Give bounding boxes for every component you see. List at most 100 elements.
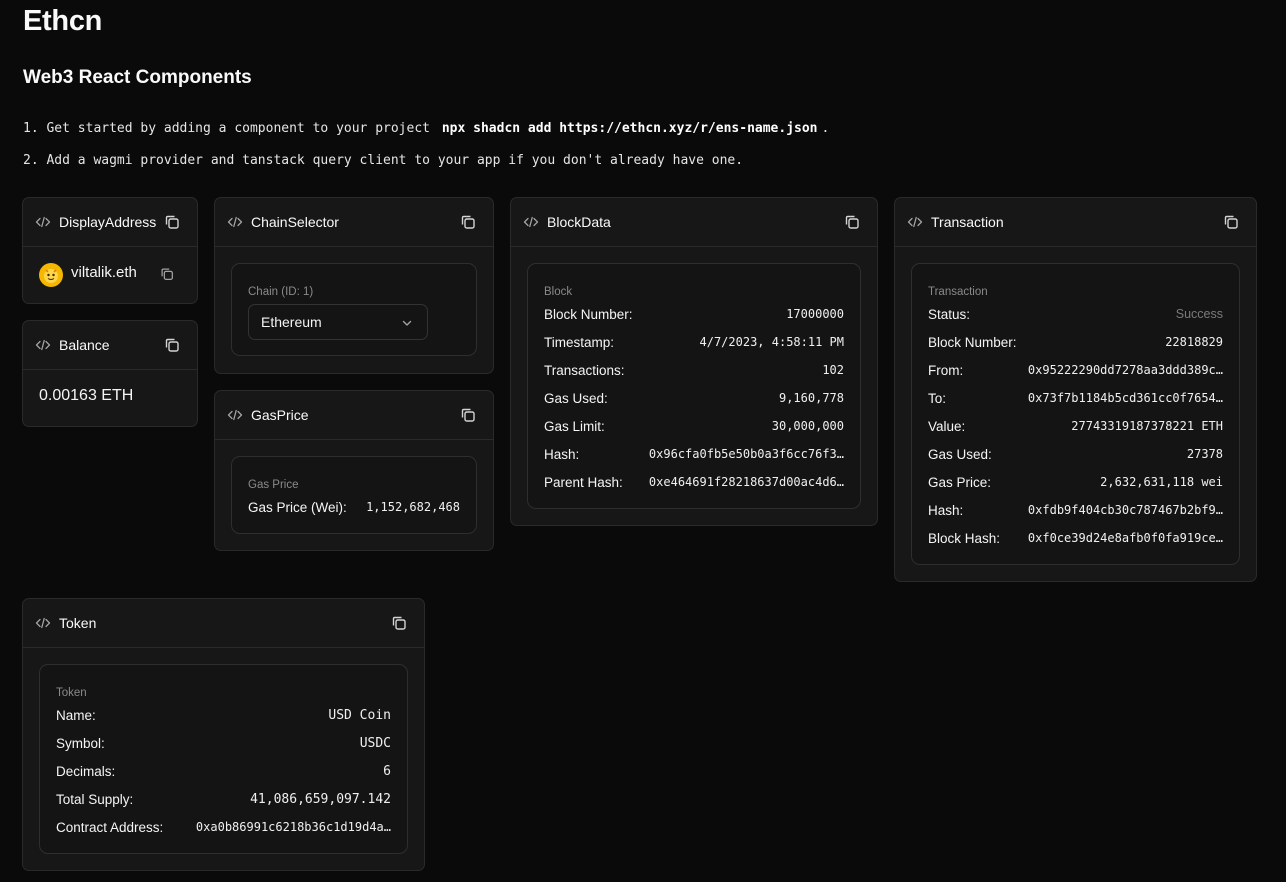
page-subtitle: Web3 React Components — [23, 67, 252, 88]
card-header: GasPrice — [215, 391, 493, 440]
row-key: To: — [928, 390, 947, 406]
block-row: Hash: 0x96cfa0fb5e50b0a3f6cc76f3… — [544, 444, 844, 464]
chain-select-value: Ethereum — [261, 314, 322, 330]
row-value: 6 — [383, 763, 391, 779]
row-value: USDC — [359, 735, 391, 751]
block-row: Transactions: 102 — [544, 360, 844, 380]
row-key: Name: — [56, 707, 96, 723]
block-row: Timestamp: 4/7/2023, 4:58:11 PM — [544, 332, 844, 352]
row-value: USD Coin — [328, 707, 391, 723]
row-key: Status: — [928, 306, 971, 322]
row-value: 2,632,631,118 wei — [1100, 475, 1223, 489]
gas-price-card: GasPrice Gas Price Gas Price (Wei): 1,15… — [214, 390, 494, 551]
row-value: 30,000,000 — [771, 419, 844, 433]
block-row: Gas Limit: 30,000,000 — [544, 416, 844, 436]
gas-price-row: Gas Price (Wei): 1,152,682,468 — [248, 497, 460, 517]
row-key: Symbol: — [56, 735, 105, 751]
block-panel: Block Block Number: 17000000 Timestamp: 4/… — [527, 263, 861, 509]
copy-code-button[interactable] — [163, 213, 181, 231]
row-key: Contract Address: — [56, 819, 164, 835]
token-panel: Token Name: USD Coin Symbol: USDC Decimals… — [39, 664, 408, 854]
row-value: 0xa0b86991c6218b36c1d19d4a… — [195, 820, 391, 834]
row-value: 22818829 — [1165, 335, 1223, 349]
code-icon — [35, 337, 51, 353]
chain-selector-panel: Chain (ID: 1) Ethereum — [231, 263, 477, 356]
card-title: Transaction — [931, 214, 1004, 230]
token-card: Token Token Name: USD Coin Symbol: USDC De… — [22, 598, 425, 871]
step-1-text: 1. Get started by adding a component to … — [23, 121, 430, 136]
ens-name: viltalik.eth — [71, 264, 137, 281]
gas-price-panel: Gas Price Gas Price (Wei): 1,152,682,468 — [231, 456, 477, 534]
row-value: 0xfdb9f404cb30c787467b2bf9… — [1027, 503, 1223, 517]
code-icon — [907, 214, 923, 230]
transaction-panel: Transaction Status: Success Block Number:… — [911, 263, 1240, 565]
row-key: Hash: — [544, 446, 580, 462]
card-title: Token — [59, 615, 97, 631]
row-key: Value: — [928, 418, 966, 434]
row-key: Transactions: — [544, 362, 625, 378]
row-key: Gas Used: — [544, 390, 608, 406]
token-label: Token — [56, 687, 87, 699]
row-key: Block Number: — [544, 306, 633, 322]
avatar — [39, 263, 63, 287]
token-row: Symbol: USDC — [56, 733, 391, 753]
transaction-row: Block Hash: 0xf0ce39d24e8afb0f0fa919ce… — [928, 528, 1223, 548]
copy-address-button[interactable] — [159, 266, 175, 282]
transaction-card: Transaction Transaction Status: Success B… — [894, 197, 1257, 582]
block-label: Block — [544, 286, 573, 298]
code-icon — [35, 214, 51, 230]
card-header: Balance — [23, 321, 197, 370]
row-value: 0x96cfa0fb5e50b0a3f6cc76f3… — [648, 447, 844, 461]
install-command: npx shadcn add https://ethcn.xyz/r/ens-n… — [441, 121, 818, 136]
block-data-card: BlockData Block Block Number: 17000000 Ti… — [510, 197, 878, 526]
code-icon — [227, 407, 243, 423]
row-key: Block Hash: — [928, 530, 1001, 546]
copy-code-button[interactable] — [390, 614, 408, 632]
copy-code-button[interactable] — [163, 336, 181, 354]
row-value: 0x73f7b1184b5cd361cc0f7654… — [1027, 391, 1223, 405]
transaction-row: From: 0x95222290dd7278aa3ddd389c… — [928, 360, 1223, 380]
row-key: Block Number: — [928, 334, 1017, 350]
row-value: 17000000 — [786, 307, 844, 321]
code-icon — [35, 615, 51, 631]
status-badge: Success — [1175, 307, 1223, 321]
card-title: GasPrice — [251, 407, 309, 423]
card-header: ChainSelector — [215, 198, 493, 247]
row-value: 102 — [822, 363, 844, 377]
row-value: 0xf0ce39d24e8afb0f0fa919ce… — [1027, 531, 1223, 545]
copy-code-button[interactable] — [459, 406, 477, 424]
token-row: Total Supply: 41,086,659,097.142 — [56, 789, 391, 809]
token-row: Contract Address: 0xa0b86991c6218b36c1d19… — [56, 817, 391, 837]
transaction-row: Gas Used: 27378 — [928, 444, 1223, 464]
transaction-row: To: 0x73f7b1184b5cd361cc0f7654… — [928, 388, 1223, 408]
row-key: Hash: — [928, 502, 964, 518]
row-value: 9,160,778 — [778, 391, 844, 405]
card-header: DisplayAddress — [23, 198, 197, 247]
display-address-card: DisplayAddress viltalik.eth — [22, 197, 198, 304]
row-key: Gas Price (Wei): — [248, 499, 347, 515]
chain-select[interactable]: Ethereum — [248, 304, 428, 340]
row-value: 27378 — [1186, 447, 1223, 461]
card-title: BlockData — [547, 214, 611, 230]
card-title: ChainSelector — [251, 214, 339, 230]
instruction-step-2: 2. Add a wagmi provider and tanstack que… — [23, 153, 744, 168]
copy-code-button[interactable] — [459, 213, 477, 231]
row-key: Total Supply: — [56, 791, 134, 807]
row-key: From: — [928, 362, 964, 378]
copy-code-button[interactable] — [843, 213, 861, 231]
page-title: Ethcn — [23, 5, 103, 37]
chain-selector-card: ChainSelector Chain (ID: 1) Ethereum — [214, 197, 494, 374]
copy-code-button[interactable] — [1222, 213, 1240, 231]
code-icon — [227, 214, 243, 230]
card-header: Token — [23, 599, 424, 648]
instruction-step-1: 1. Get started by adding a component to … — [23, 121, 829, 136]
transaction-row: Value: 27743319187378221 ETH — [928, 416, 1223, 436]
row-value: 41,086,659,097.142 — [250, 791, 391, 807]
transaction-row: Gas Price: 2,632,631,118 wei — [928, 472, 1223, 492]
row-value: 1,152,682,468 — [366, 500, 460, 514]
balance-value: 0.00163 ETH — [39, 387, 134, 404]
row-key: Decimals: — [56, 763, 116, 779]
token-row: Decimals: 6 — [56, 761, 391, 781]
transaction-label: Transaction — [928, 286, 988, 298]
chevron-down-icon — [402, 320, 412, 326]
